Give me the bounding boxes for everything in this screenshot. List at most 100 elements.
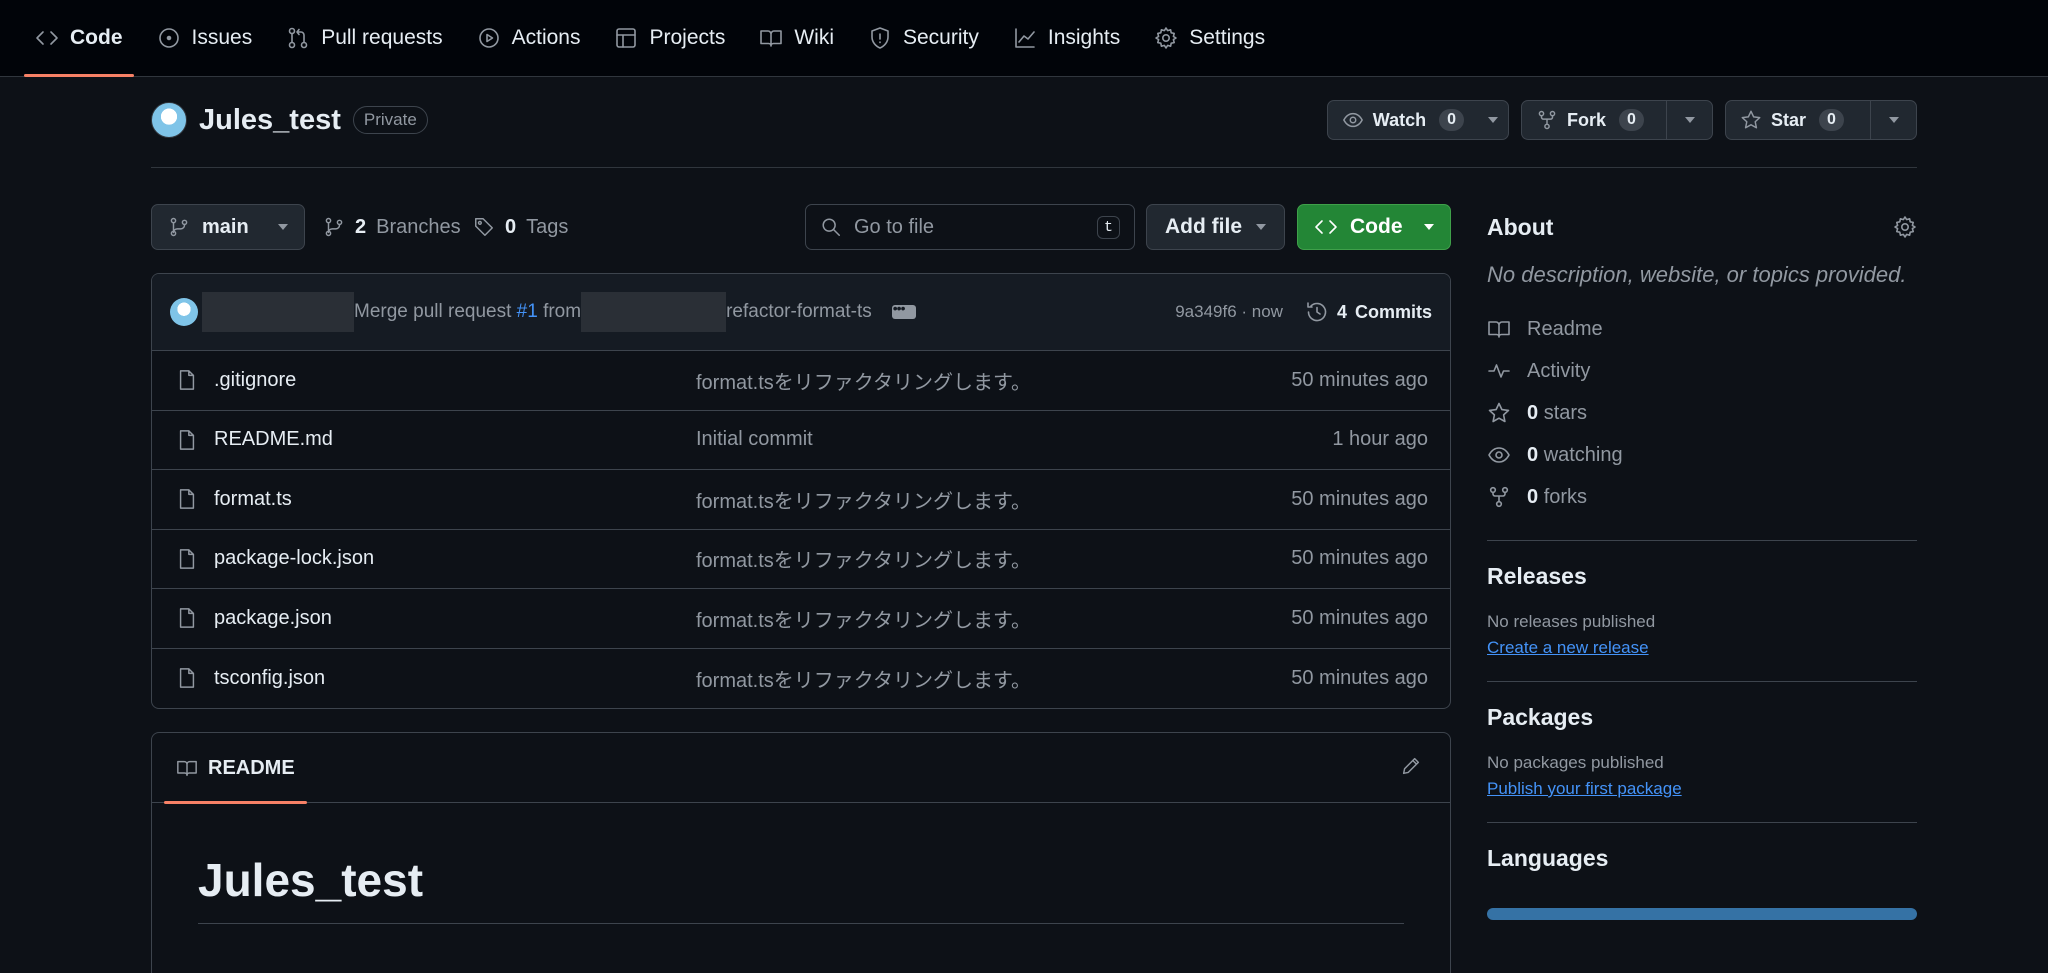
tags-link[interactable]: 0 Tags [473, 204, 568, 250]
chevron-down-icon [278, 224, 288, 230]
repo-name[interactable]: Jules_test [199, 104, 341, 137]
fork-button[interactable]: Fork 0 [1522, 101, 1666, 139]
activity-link[interactable]: Activity [1487, 350, 1917, 392]
file-commit-message[interactable]: format.tsをリファクタリングします。 [696, 366, 1196, 395]
commit-message-from: from [537, 301, 582, 322]
watch-dropdown-button[interactable] [1478, 101, 1508, 139]
fork-button-group: Fork 0 [1521, 100, 1713, 140]
table-row[interactable]: package-lock.json format.tsをリファクタリングします。… [152, 530, 1450, 589]
file-commit-message[interactable]: format.tsをリファクタリングします。 [696, 544, 1196, 573]
tab-pull-requests[interactable]: Pull requests [275, 0, 453, 76]
table-row[interactable]: format.ts format.tsをリファクタリングします。 50 minu… [152, 470, 1450, 530]
file-table: Merge pull request #1 from refactor-form… [151, 273, 1451, 709]
eye-icon [1487, 443, 1511, 467]
watching-link[interactable]: 0 watching [1487, 434, 1917, 476]
readme-link-label: Readme [1527, 317, 1603, 340]
file-name[interactable]: format.ts [214, 488, 696, 511]
book-icon [1487, 317, 1511, 341]
about-header: About [1487, 204, 1917, 250]
file-icon [176, 548, 198, 570]
tab-code[interactable]: Code [24, 0, 134, 77]
visibility-badge: Private [352, 106, 428, 134]
file-name[interactable]: package-lock.json [214, 547, 696, 570]
code-icon [1314, 215, 1338, 239]
pencil-icon [1400, 755, 1422, 777]
tab-actions[interactable]: Actions [466, 0, 592, 76]
committer-avatar[interactable] [170, 298, 198, 326]
releases-note: No releases published [1487, 612, 1656, 631]
file-name[interactable]: README.md [214, 428, 696, 451]
fork-dropdown-button[interactable] [1666, 101, 1712, 139]
branches-link[interactable]: 2 Branches [323, 204, 461, 250]
activity-link-label: Activity [1527, 359, 1591, 382]
commit-branch[interactable]: refactor-format-ts [726, 301, 872, 323]
table-icon [614, 26, 638, 50]
readme-link[interactable]: Readme [1487, 308, 1917, 350]
watch-button-group: Watch 0 [1326, 100, 1509, 140]
owner-avatar[interactable] [151, 102, 187, 138]
star-dropdown-button[interactable] [1870, 101, 1916, 139]
redacted-owner [581, 292, 727, 332]
gear-icon[interactable] [1893, 215, 1917, 239]
graph-icon [1013, 26, 1037, 50]
commits-count: 4 [1336, 301, 1347, 322]
forks-count: 0 [1527, 485, 1539, 508]
star-icon [1487, 401, 1511, 425]
stars-count: 0 [1527, 401, 1539, 424]
watch-button[interactable]: Watch 0 [1328, 101, 1478, 139]
table-row[interactable]: README.md Initial commit 1 hour ago [152, 411, 1450, 470]
forks-link[interactable]: 0 forks [1487, 476, 1917, 518]
chevron-down-icon [1424, 224, 1434, 230]
forks-label: forks [1543, 485, 1588, 508]
tab-security[interactable]: Security [857, 0, 990, 76]
file-name[interactable]: tsconfig.json [214, 667, 696, 690]
tab-readme[interactable]: README [164, 733, 307, 804]
issue-opened-icon [157, 26, 181, 50]
keyboard-shortcut-hint: t [1096, 215, 1120, 239]
file-commit-message[interactable]: format.tsをリファクタリングします。 [696, 664, 1196, 693]
repo-sidebar: About No description, website, or topics… [1487, 204, 1917, 920]
commit-message-prefix: Merge pull request [354, 301, 517, 322]
stars-link[interactable]: 0 stars [1487, 392, 1917, 434]
code-button[interactable]: Code [1297, 204, 1451, 250]
star-count: 0 [1819, 109, 1844, 131]
language-bar [1487, 908, 1917, 920]
file-commit-message[interactable]: Initial commit [696, 428, 1196, 451]
expand-commit-button[interactable] [891, 300, 916, 319]
go-to-file-search[interactable]: t [805, 204, 1135, 250]
chevron-down-icon [1256, 224, 1266, 230]
tab-wiki[interactable]: Wiki [748, 0, 845, 76]
star-button[interactable]: Star 0 [1726, 101, 1870, 139]
git-branch-icon [323, 216, 345, 238]
packages-heading[interactable]: Packages [1487, 704, 1917, 731]
search-input[interactable] [854, 215, 1084, 239]
file-commit-message[interactable]: format.tsをリファクタリングします。 [696, 604, 1196, 633]
publish-package-link[interactable]: Publish your first package [1487, 779, 1682, 799]
tab-settings[interactable]: Settings [1143, 0, 1276, 76]
pull-request-link[interactable]: #1 [517, 301, 538, 322]
tab-insights[interactable]: Insights [1002, 0, 1131, 76]
play-icon [477, 26, 501, 50]
add-file-button[interactable]: Add file [1146, 204, 1285, 250]
table-row[interactable]: package.json format.tsをリファクタリングします。 50 m… [152, 589, 1450, 649]
tab-label: Pull requests [321, 25, 443, 49]
tab-projects[interactable]: Projects [603, 0, 736, 76]
book-icon [176, 757, 198, 779]
commits-history-link[interactable]: 4 Commits [1305, 300, 1432, 324]
tab-issues[interactable]: Issues [146, 0, 264, 76]
star-label: Star [1771, 109, 1807, 130]
git-pull-request-icon [286, 26, 310, 50]
branch-selector[interactable]: main [151, 204, 305, 250]
table-row[interactable]: .gitignore format.tsをリファクタリングします。 50 min… [152, 351, 1450, 411]
create-release-link[interactable]: Create a new release [1487, 638, 1649, 658]
file-name[interactable]: .gitignore [214, 369, 696, 392]
table-row[interactable]: tsconfig.json format.tsをリファクタリングします。 50 … [152, 649, 1450, 709]
file-commit-message[interactable]: format.tsをリファクタリングします。 [696, 485, 1196, 514]
file-name[interactable]: package.json [214, 607, 696, 630]
file-icon [176, 369, 198, 391]
shield-icon [868, 26, 892, 50]
commit-message[interactable]: Merge pull request #1 from [354, 301, 581, 323]
releases-heading[interactable]: Releases [1487, 563, 1917, 590]
commit-sha[interactable]: 9a349f6 · now [1175, 302, 1283, 322]
edit-readme-button[interactable] [1400, 755, 1422, 783]
